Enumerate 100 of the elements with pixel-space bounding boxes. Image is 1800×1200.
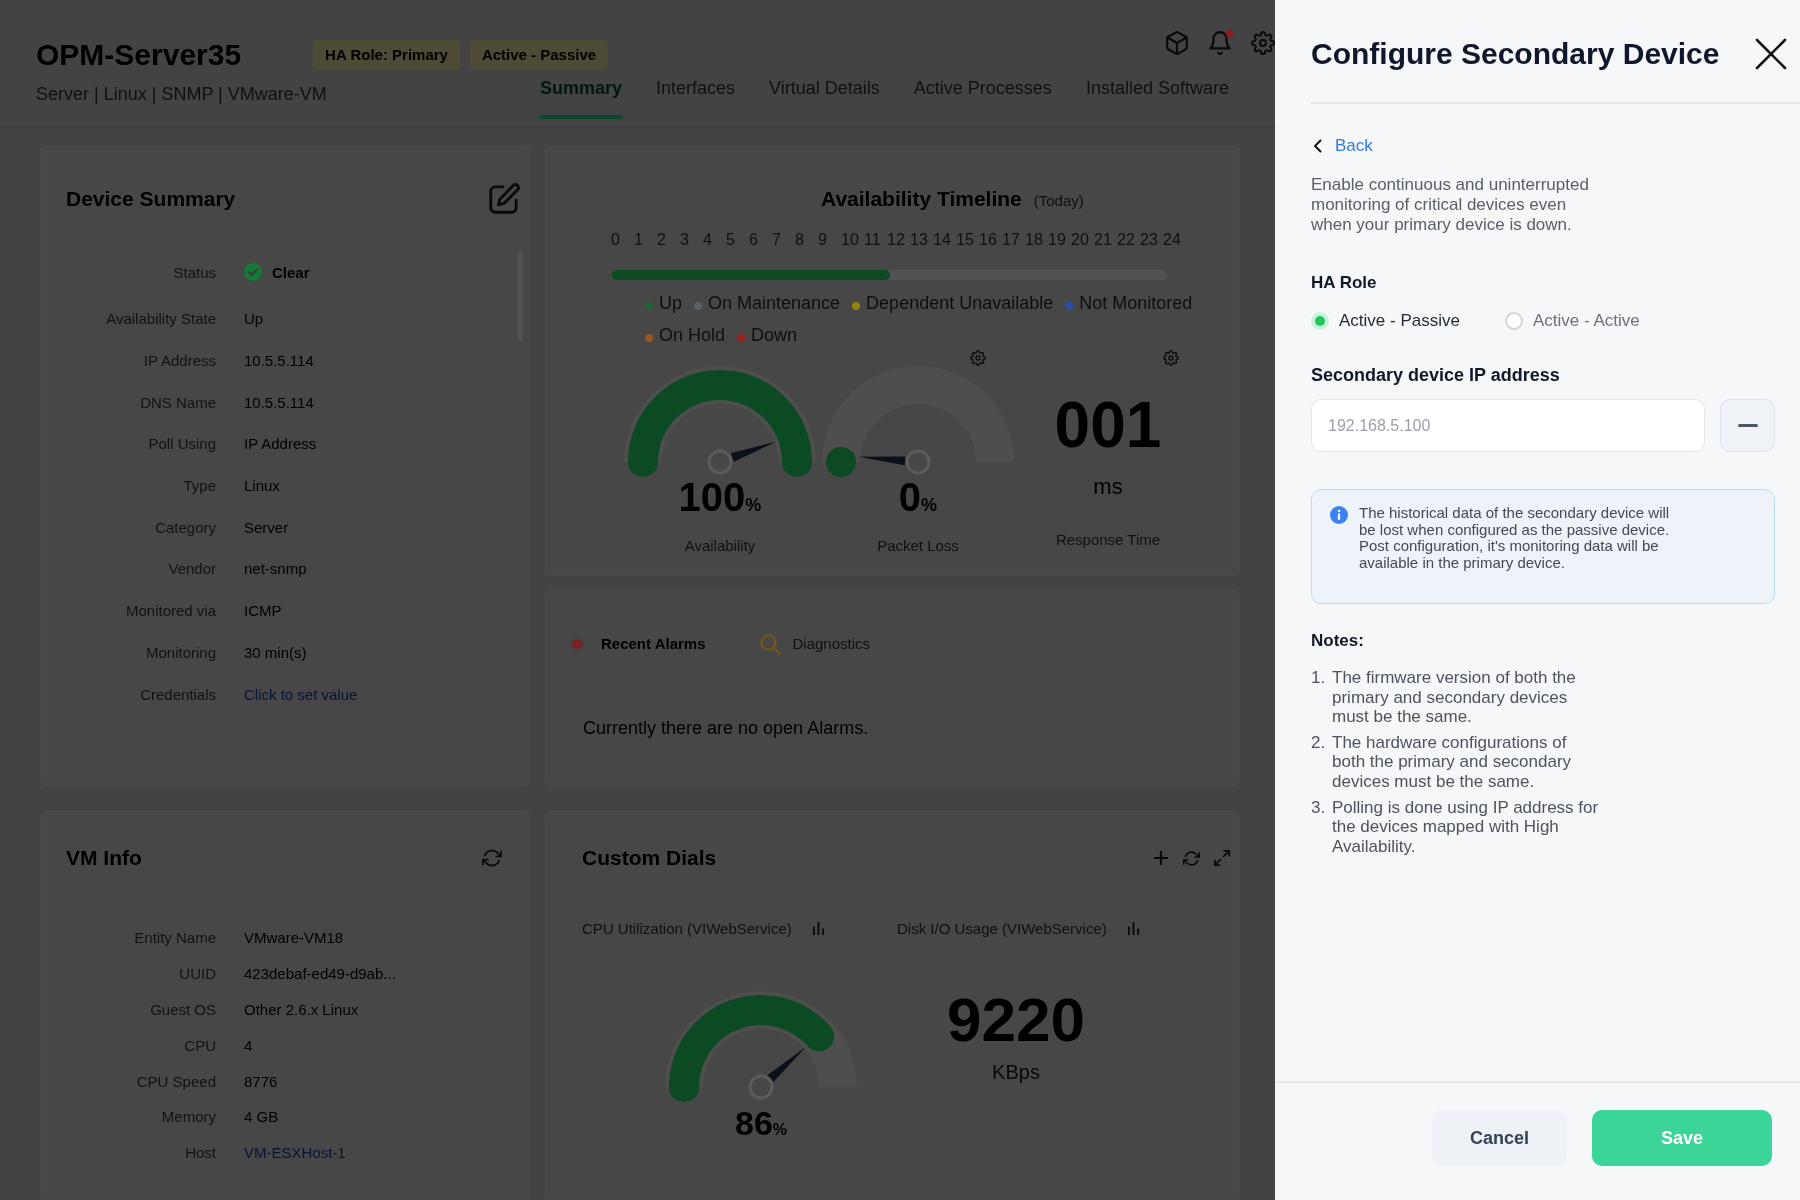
- edit-icon[interactable]: [488, 183, 520, 215]
- legend-label: On Hold: [659, 324, 726, 346]
- gauge-needle: [748, 1047, 806, 1100]
- settings-icon[interactable]: [970, 350, 986, 366]
- radio-option[interactable]: Active - Passive: [1311, 309, 1460, 333]
- notes-title: Notes:: [1311, 630, 1365, 652]
- legend-label: On Maintenance: [708, 292, 841, 314]
- field-value: IP Address: [244, 435, 317, 453]
- panel-title: Configure Secondary Device: [1311, 37, 1720, 71]
- gauge-value: 100: [678, 477, 746, 517]
- field-value: Linux: [244, 477, 280, 495]
- hour-label: 24: [1163, 230, 1182, 250]
- hour-label: 4: [703, 230, 713, 250]
- bar-chart-icon[interactable]: [811, 921, 825, 935]
- hour-label: 17: [1002, 230, 1021, 250]
- field-label: Secondary device IP address: [1311, 364, 1561, 387]
- back-link[interactable]: Back: [1311, 135, 1373, 157]
- section-label: HA Role: [1311, 272, 1378, 294]
- field-link[interactable]: Click to set value: [244, 685, 358, 703]
- status-value: Clear: [272, 263, 310, 281]
- note-text: The hardware configurations of both the primary and secondary devices must be the same.: [1332, 732, 1573, 792]
- hour-label: 21: [1094, 230, 1113, 250]
- ip-address-field[interactable]: 192.168.5.100: [1311, 399, 1705, 452]
- settings-icon[interactable]: [1251, 31, 1275, 55]
- hour-label: 8: [795, 230, 805, 250]
- hour-label: 14: [933, 230, 952, 250]
- plus-icon[interactable]: [1153, 850, 1169, 866]
- hour-label: 3: [680, 230, 690, 250]
- legend-label: Not Monitored: [1079, 292, 1193, 314]
- hour-label: 0: [611, 230, 621, 250]
- panel-description: Enable continuous and uninterrupted monitoring of critical devices even when your primary device is down.: [1311, 175, 1590, 235]
- field-link[interactable]: VM-ESXHost-1: [244, 1144, 346, 1162]
- hour-label: 9: [818, 230, 828, 250]
- card-title: Device Summary: [66, 186, 236, 212]
- field-value: 423debaf-ed49-d9ab...: [244, 965, 396, 983]
- field-value: VMware-VM18: [244, 929, 344, 947]
- cube-icon[interactable]: [1165, 31, 1189, 55]
- gauge-value: 0: [898, 477, 922, 517]
- refresh-icon[interactable]: [1183, 849, 1200, 867]
- info-text: The historical data of the secondary device will be lost when configured as the passive device. Post configuration, it's monitoring data will be available in the primary device.: [1359, 505, 1671, 572]
- bar-chart-icon[interactable]: [1126, 921, 1140, 935]
- hour-label: 15: [956, 230, 975, 250]
- check-circle-icon: [244, 263, 262, 281]
- field-value: 4: [244, 1036, 253, 1054]
- section-tab[interactable]: Recent Alarms: [570, 632, 706, 656]
- gauge-value: 86: [734, 1105, 773, 1141]
- save-button[interactable]: Save: [1592, 1110, 1772, 1166]
- card-title: Availability Timeline: [821, 186, 1022, 212]
- settings-icon[interactable]: [1163, 350, 1179, 366]
- hour-label: 10: [841, 230, 860, 250]
- period-label: (Today): [1033, 192, 1084, 209]
- role-badge: HA Role: Primary: [313, 40, 460, 70]
- hour-label: 23: [1140, 230, 1159, 250]
- nav-tab[interactable]: Summary: [540, 76, 623, 119]
- minus-icon: [1737, 424, 1758, 427]
- info-icon: [1330, 506, 1348, 524]
- legend-label: Up: [659, 292, 682, 314]
- field-value: Server: [244, 518, 289, 536]
- field-value: 8776: [244, 1072, 278, 1090]
- close-button[interactable]: [1755, 38, 1787, 70]
- dial-unit: KBps: [992, 1060, 1040, 1085]
- gauge-unit: %: [921, 495, 938, 517]
- radio-icon[interactable]: [1504, 312, 1523, 330]
- dial-value: 9220: [947, 985, 1085, 1055]
- field-value: Other 2.6.x Linux: [244, 1001, 359, 1018]
- radio-icon[interactable]: [1311, 312, 1329, 330]
- card-title: VM Info: [66, 845, 142, 871]
- field-value: Up: [244, 310, 264, 328]
- metric-unit: ms: [1093, 473, 1123, 501]
- note-number: 2.: [1311, 732, 1327, 754]
- refresh-icon[interactable]: [482, 848, 502, 868]
- field-value: 4 GB: [244, 1108, 279, 1126]
- field-value: ICMP: [244, 602, 282, 620]
- notification-bell-icon[interactable]: [1208, 31, 1232, 55]
- gauge-needle: [707, 441, 777, 475]
- chevron-left-icon: [1313, 139, 1322, 153]
- hour-label: 18: [1025, 230, 1044, 250]
- empty-message: Currently there are no open Alarms.: [583, 717, 870, 740]
- metric-value: 001: [1054, 390, 1162, 460]
- hour-label: 11: [864, 230, 882, 250]
- gauge-unit: %: [772, 1121, 788, 1140]
- hour-label: 1: [634, 230, 644, 250]
- field-value: 10.5.5.114: [244, 352, 314, 370]
- field-value: 10.5.5.114: [244, 393, 314, 411]
- search-icon: [759, 633, 781, 655]
- gauge-unit: %: [745, 495, 762, 517]
- hour-label: 13: [910, 230, 929, 250]
- legend-label: Dependent Unavailable: [866, 292, 1054, 314]
- cancel-button[interactable]: Cancel: [1432, 1110, 1567, 1166]
- role-badge: Active - Passive: [469, 40, 609, 70]
- expand-icon[interactable]: [1214, 850, 1230, 866]
- radio-option[interactable]: Active - Active: [1504, 309, 1640, 333]
- note-number: 1.: [1311, 668, 1327, 689]
- remove-button[interactable]: [1720, 399, 1775, 452]
- section-tab[interactable]: Diagnostics: [759, 632, 871, 656]
- alarm-dot-icon: [570, 637, 584, 651]
- field-value: 30 min(s): [244, 643, 307, 661]
- metric-label: Availability: [684, 536, 756, 556]
- note-text: Polling is done using IP address for the devices mapped with High Availability.: [1332, 797, 1599, 857]
- device-title: OPM-Server35: [36, 38, 242, 72]
